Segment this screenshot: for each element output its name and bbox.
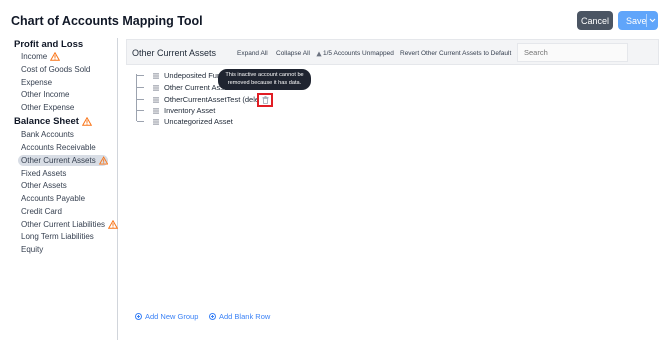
- tree-item-label: OtherCurrentAssetTest (delete: [164, 95, 266, 104]
- sidebar-item-other-income[interactable]: Other Income: [18, 89, 69, 100]
- add-new-group-button[interactable]: Add New Group: [135, 312, 198, 321]
- search-input[interactable]: [517, 43, 628, 62]
- warning-icon: [50, 52, 61, 61]
- trash-icon: [262, 96, 268, 104]
- tree-branch: [137, 75, 144, 76]
- drag-handle-icon[interactable]: [153, 97, 159, 103]
- tree-item-label: Undeposited Fund: [164, 71, 226, 80]
- tooltip-line: removed because it has data.: [227, 80, 302, 86]
- drag-handle-icon[interactable]: [153, 119, 159, 125]
- sidebar-item-other-current-liabilities[interactable]: Other Current Liabilities: [18, 219, 119, 230]
- sidebar-item-fixed-assets[interactable]: Fixed Assets: [18, 168, 66, 179]
- drag-handle-icon[interactable]: [153, 85, 159, 91]
- expand-all-button[interactable]: Expand All: [237, 50, 268, 57]
- sidebar-item-income[interactable]: Income: [18, 51, 61, 62]
- toolbar-title: Other Current Assets: [132, 48, 217, 58]
- plus-circle-icon: [209, 313, 216, 320]
- section-title-label: Balance Sheet: [14, 116, 79, 127]
- drag-handle-icon[interactable]: [153, 73, 159, 79]
- tree-item[interactable]: Inventory Asset: [137, 105, 215, 116]
- warning-icon: [98, 156, 108, 165]
- section-balance-sheet: Balance Sheet: [14, 116, 92, 127]
- sidebar-item-cost-of-goods-sold[interactable]: Cost of Goods Sold: [18, 64, 90, 75]
- save-button-label: Save: [626, 15, 647, 26]
- tree-item-label: Uncategorized Asset: [164, 117, 233, 126]
- sidebar-item-label: Long Term Liabilities: [21, 232, 94, 241]
- tree-item[interactable]: Other Current Asse: [137, 82, 228, 93]
- sidebar-item-label: Other Assets: [21, 181, 67, 190]
- tree-item[interactable]: Undeposited Fund: [137, 70, 225, 81]
- sidebar-item-bank-accounts[interactable]: Bank Accounts: [18, 129, 74, 140]
- sidebar-item-label: Expense: [21, 78, 53, 87]
- tooltip: This inactive account cannot be removed …: [218, 69, 311, 90]
- page-title: Chart of Accounts Mapping Tool: [11, 14, 203, 28]
- sidebar-item-label: Bank Accounts: [21, 130, 74, 139]
- sidebar-item-long-term-liabilities[interactable]: Long Term Liabilities: [18, 231, 94, 242]
- tree-item[interactable]: Uncategorized Asset: [137, 116, 233, 127]
- add-blank-row-button[interactable]: Add Blank Row: [209, 312, 270, 321]
- toolbar: Other Current Assets Expand All Collapse…: [126, 39, 659, 65]
- section-title-label: Profit and Loss: [14, 39, 84, 50]
- sidebar-item-label: Cost of Goods Sold: [21, 65, 91, 74]
- main-panel: Other Current Assets Expand All Collapse…: [126, 38, 660, 340]
- sidebar-item-label: Accounts Payable: [21, 194, 86, 203]
- sidebar-item-equity[interactable]: Equity: [18, 244, 43, 255]
- sidebar-item-label: Other Expense: [21, 103, 75, 112]
- sidebar-item-label: Income: [21, 52, 48, 61]
- tree-item-label: Inventory Asset: [164, 106, 216, 115]
- sidebar-item-label: Other Current Liabilities: [21, 220, 106, 229]
- warning-icon: [81, 117, 92, 126]
- sidebar-item-label: Fixed Assets: [21, 169, 67, 178]
- drag-handle-icon[interactable]: [153, 108, 159, 114]
- chevron-down-icon[interactable]: [647, 18, 658, 23]
- add-new-group-label: Add New Group: [145, 312, 199, 321]
- unmapped-count-label: 1/5 Accounts Unmapped: [323, 50, 394, 57]
- sidebar-item-label: Other Current Assets: [21, 156, 96, 165]
- warning-icon: [316, 51, 322, 56]
- tree-branch: [137, 99, 144, 100]
- sidebar: Profit and Loss Income Cost of Goods Sol…: [0, 38, 119, 340]
- tree-branch: [137, 87, 144, 88]
- tree-item[interactable]: OtherCurrentAssetTest (delete: [137, 94, 265, 105]
- add-blank-row-label: Add Blank Row: [219, 312, 271, 321]
- warning-icon: [108, 220, 119, 229]
- page-header: Chart of Accounts Mapping Tool Cancel Sa…: [0, 0, 670, 38]
- section-profit-and-loss: Profit and Loss: [14, 39, 83, 50]
- sidebar-item-label: Equity: [21, 245, 44, 254]
- sidebar-item-label: Credit Card: [21, 207, 62, 216]
- plus-circle-icon: [135, 313, 142, 320]
- sidebar-item-credit-card[interactable]: Credit Card: [18, 206, 62, 217]
- sidebar-item-other-expense[interactable]: Other Expense: [18, 102, 74, 113]
- unmapped-filter-button[interactable]: 1/5 Accounts Unmapped: [316, 50, 394, 57]
- delete-button[interactable]: [257, 93, 273, 107]
- sidebar-item-expense[interactable]: Expense: [18, 77, 52, 88]
- tree-branch: [137, 121, 144, 122]
- revert-default-button[interactable]: Revert Other Current Assets to Default: [400, 50, 511, 57]
- sidebar-item-label: Other Income: [21, 90, 70, 99]
- sidebar-item-label: Accounts Receivable: [21, 143, 96, 152]
- sidebar-item-accounts-receivable[interactable]: Accounts Receivable: [18, 142, 96, 153]
- sidebar-item-accounts-payable[interactable]: Accounts Payable: [18, 193, 85, 204]
- sidebar-item-other-assets[interactable]: Other Assets: [18, 180, 67, 191]
- collapse-all-button[interactable]: Collapse All: [276, 50, 310, 57]
- cancel-button[interactable]: Cancel: [577, 11, 613, 30]
- tree-branch: [137, 110, 144, 111]
- sidebar-item-other-current-assets[interactable]: Other Current Assets: [18, 155, 108, 166]
- tooltip-line: This inactive account cannot be: [225, 72, 304, 78]
- save-button[interactable]: Save: [618, 11, 658, 30]
